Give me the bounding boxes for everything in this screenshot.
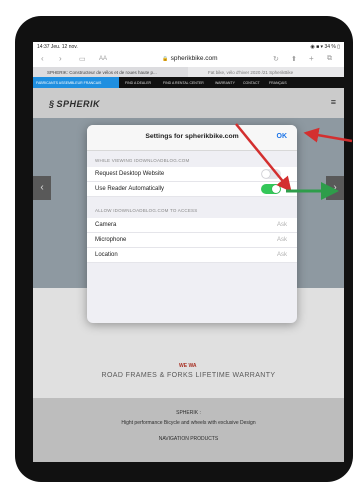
status-bar: 14:37 Jeu. 12 nov. ◉ ■ ▾ 34 % ▯ [33,42,344,51]
perm-label: Camera [95,222,117,228]
perm-label: Location [95,252,118,258]
tab-spherik[interactable]: SPHERIK: Constructeur de vélos et de rou… [33,67,188,77]
share-icon[interactable]: ⬆ [291,55,297,63]
url-field[interactable]: 🔒 spherikbike.com [125,55,255,62]
popover-title: Settings for spherikbike.com [145,133,239,140]
toggle-knob [262,170,270,178]
perm-label: Microphone [95,237,127,243]
request-desktop-row[interactable]: Request Desktop Website [87,167,297,182]
use-reader-toggle[interactable] [261,184,281,194]
status-time: 14:37 Jeu. 12 nov. [37,44,78,50]
perm-row-microphone[interactable]: Microphone Ask [87,233,297,248]
back-icon[interactable]: ‹ [41,54,44,63]
nav-item-warranty[interactable]: WARRANTY [215,81,235,85]
site-nav: FABRICANTS ASSEMBLEUR FRANCAIS FIND A DE… [33,77,344,88]
tabs-overview-icon[interactable]: ⧉ [327,55,332,63]
popover-header: Settings for spherikbike.com OK [87,125,297,151]
nav-item-language[interactable]: FRANÇAIS [269,81,287,85]
reload-icon[interactable]: ↻ [273,55,279,63]
request-desktop-toggle[interactable] [261,169,281,179]
ipad-screen: 14:37 Jeu. 12 nov. ◉ ■ ▾ 34 % ▯ ‹ › ▭ AA… [33,42,344,462]
new-tab-icon[interactable]: + [309,54,314,63]
reader-aa-button[interactable]: AA [99,56,107,62]
tab-bar: SPHERIK: Constructeur de vélos et de rou… [33,67,344,77]
perm-row-camera[interactable]: Camera Ask [87,218,297,233]
nav-item-dealer[interactable]: FIND A DEALER [125,81,151,85]
nav-item-contact[interactable]: CONTACT [243,81,260,85]
status-indicators: ◉ ■ ▾ 34 % ▯ [310,44,340,50]
tab-label: SPHERIK: Constructeur de vélos et de rou… [47,70,157,75]
use-reader-label: Use Reader Automatically [95,186,165,192]
perm-row-location[interactable]: Location Ask [87,248,297,263]
toggle-knob [272,185,280,193]
nav-item-fabricants[interactable]: FABRICANTS ASSEMBLEUR FRANCAIS [33,77,119,88]
tab-label: Fat bike, vélo d'hiver 2020 /21 SpherikB… [208,70,294,75]
website-settings-popover: Settings for spherikbike.com OK WHILE VI… [87,125,297,323]
safari-toolbar: ‹ › ▭ AA 🔒 spherikbike.com ↻ ⬆ + ⧉ [33,51,344,67]
perm-value: Ask [276,252,287,258]
lock-icon: 🔒 [162,56,169,62]
forward-icon[interactable]: › [59,54,62,63]
url-domain: spherikbike.com [170,55,218,62]
use-reader-row[interactable]: Use Reader Automatically [87,182,297,197]
perm-value: Ask [276,237,287,243]
request-desktop-label: Request Desktop Website [95,171,165,177]
perm-value: Ask [276,222,287,228]
nav-item-rental[interactable]: FIND A RENTAL CENTER [163,81,204,85]
bookmarks-icon[interactable]: ▭ [79,55,86,63]
section-allow-access: ALLOW IDOWNLOADBLOG.COM TO ACCESS [95,208,198,213]
section-viewing: WHILE VIEWING IDOWNLOADBLOG.COM [95,158,190,163]
ok-button[interactable]: OK [277,133,288,140]
nav-label: FABRICANTS ASSEMBLEUR FRANCAIS [36,81,102,85]
